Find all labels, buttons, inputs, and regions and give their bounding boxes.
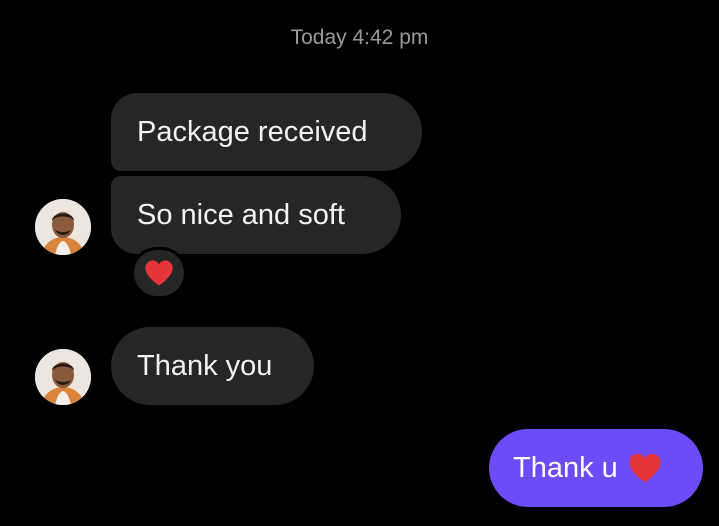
message-text: Thank u [513,451,618,484]
message-text: Thank you [137,349,273,382]
avatar-photo-icon [35,199,91,255]
red-heart-icon [628,452,662,484]
chat-thread: Today 4:42 pm Package received So nice a… [0,0,719,526]
incoming-message-bubble[interactable]: So nice and soft [111,176,401,254]
incoming-message-bubble[interactable]: Thank you [111,327,314,405]
sender-avatar[interactable] [35,199,91,255]
outgoing-message-bubble[interactable]: Thank u [489,429,703,507]
sender-avatar[interactable] [35,349,91,405]
incoming-message-bubble[interactable]: Package received [111,93,422,171]
message-timestamp: Today 4:42 pm [290,26,429,49]
reaction-badge[interactable] [131,247,187,299]
message-text: Package received [137,115,368,148]
avatar-photo-icon [35,349,91,405]
red-heart-icon [145,260,173,286]
message-text: So nice and soft [137,198,345,231]
